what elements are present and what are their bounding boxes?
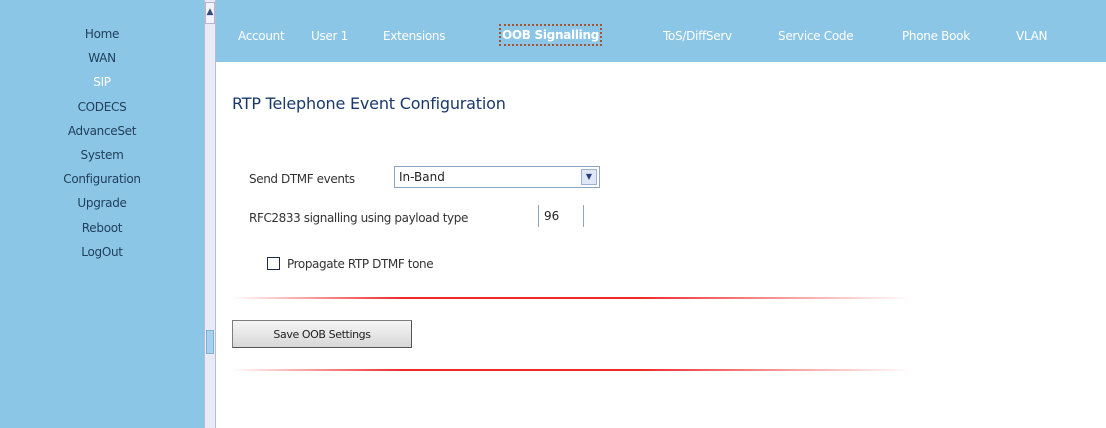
payload-type-label: RFC2833 signalling using payload type	[249, 211, 468, 225]
dtmf-events-value: In-Band	[399, 170, 445, 184]
chevron-down-icon[interactable]: ▼	[581, 169, 597, 185]
frame-scrollbar[interactable]: ▲	[204, 0, 216, 428]
dtmf-events-select[interactable]: In-Band ▼	[394, 166, 600, 188]
nav-reboot[interactable]: Reboot	[0, 220, 204, 236]
nav-wan[interactable]: WAN	[0, 50, 204, 66]
dtmf-events-label: Send DTMF events	[249, 172, 355, 186]
nav-codecs[interactable]: CODECS	[0, 99, 204, 115]
tab-tos-diffserv[interactable]: ToS/DiffServ	[663, 28, 732, 44]
tab-extensions[interactable]: Extensions	[383, 28, 445, 44]
page-title: RTP Telephone Event Configuration	[232, 94, 506, 113]
tab-phone-book[interactable]: Phone Book	[902, 28, 970, 44]
propagate-dtmf-label: Propagate RTP DTMF tone	[287, 257, 434, 271]
nav-upgrade[interactable]: Upgrade	[0, 195, 204, 211]
divider-bottom	[232, 369, 912, 371]
divider-top	[232, 297, 912, 299]
nav-advanceset[interactable]: AdvanceSet	[0, 123, 204, 139]
tab-user-1[interactable]: User 1	[311, 28, 348, 44]
tab-vlan[interactable]: VLAN	[1016, 28, 1047, 44]
tab-bar: Account User 1 Extensions OOB Signalling…	[216, 0, 1106, 62]
propagate-dtmf-checkbox[interactable]	[267, 257, 280, 270]
tab-account[interactable]: Account	[238, 28, 285, 44]
nav-configuration[interactable]: Configuration	[0, 171, 204, 187]
tab-oob-signalling[interactable]: OOB Signalling	[499, 24, 602, 46]
chevron-up-icon[interactable]: ▲	[205, 2, 215, 24]
nav-system[interactable]: System	[0, 147, 204, 163]
scrollbar-thumb[interactable]	[206, 330, 214, 354]
nav-logout[interactable]: LogOut	[0, 244, 204, 260]
payload-type-input[interactable]	[538, 205, 584, 227]
tab-service-code[interactable]: Service Code	[778, 28, 854, 44]
save-oob-settings-button[interactable]: Save OOB Settings	[232, 320, 412, 348]
nav-home[interactable]: Home	[0, 26, 204, 42]
sidebar: Home WAN SIP CODECS AdvanceSet System Co…	[0, 0, 204, 428]
nav-sip[interactable]: SIP	[0, 74, 204, 90]
